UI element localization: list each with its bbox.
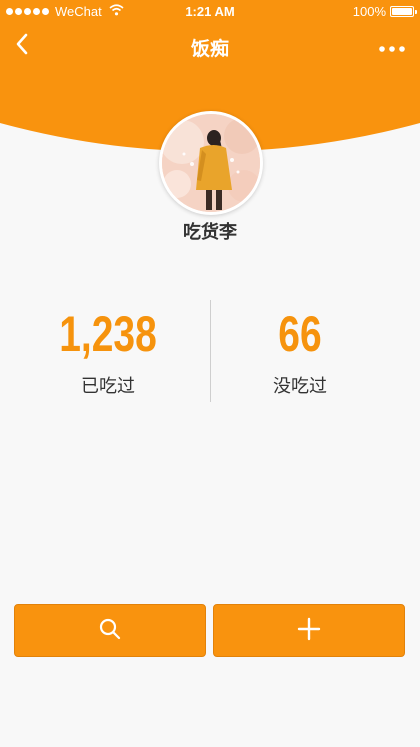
- avatar[interactable]: [159, 111, 263, 215]
- status-bar: WeChat 1:21 AM 100%: [0, 0, 420, 24]
- add-button[interactable]: [213, 604, 405, 657]
- eaten-label: 已吃过: [81, 376, 135, 397]
- more-dots-icon: [379, 37, 405, 56]
- eaten-count: 1,238: [59, 306, 157, 362]
- avatar-illustration: [162, 114, 260, 212]
- stat-eaten[interactable]: 1,238 已吃过: [33, 306, 183, 398]
- page-title: 饭痴: [190, 38, 229, 60]
- stats-divider: [210, 300, 211, 402]
- status-right: 100%: [352, 4, 417, 19]
- plus-icon: [297, 617, 321, 645]
- not-eaten-count: 66: [278, 306, 322, 362]
- battery-fill: [392, 8, 412, 15]
- search-button[interactable]: [14, 604, 206, 657]
- battery-icon: [390, 6, 417, 17]
- more-button[interactable]: [372, 28, 412, 64]
- battery-percent: 100%: [352, 4, 386, 19]
- stat-not-eaten[interactable]: 66 没吃过: [225, 306, 375, 398]
- not-eaten-label: 没吃过: [273, 376, 327, 397]
- stats-panel: 1,238 已吃过 66 没吃过: [0, 300, 420, 402]
- search-icon: [98, 617, 122, 645]
- user-name: 吃货李: [183, 222, 237, 243]
- nav-bar: 饭痴: [0, 24, 420, 70]
